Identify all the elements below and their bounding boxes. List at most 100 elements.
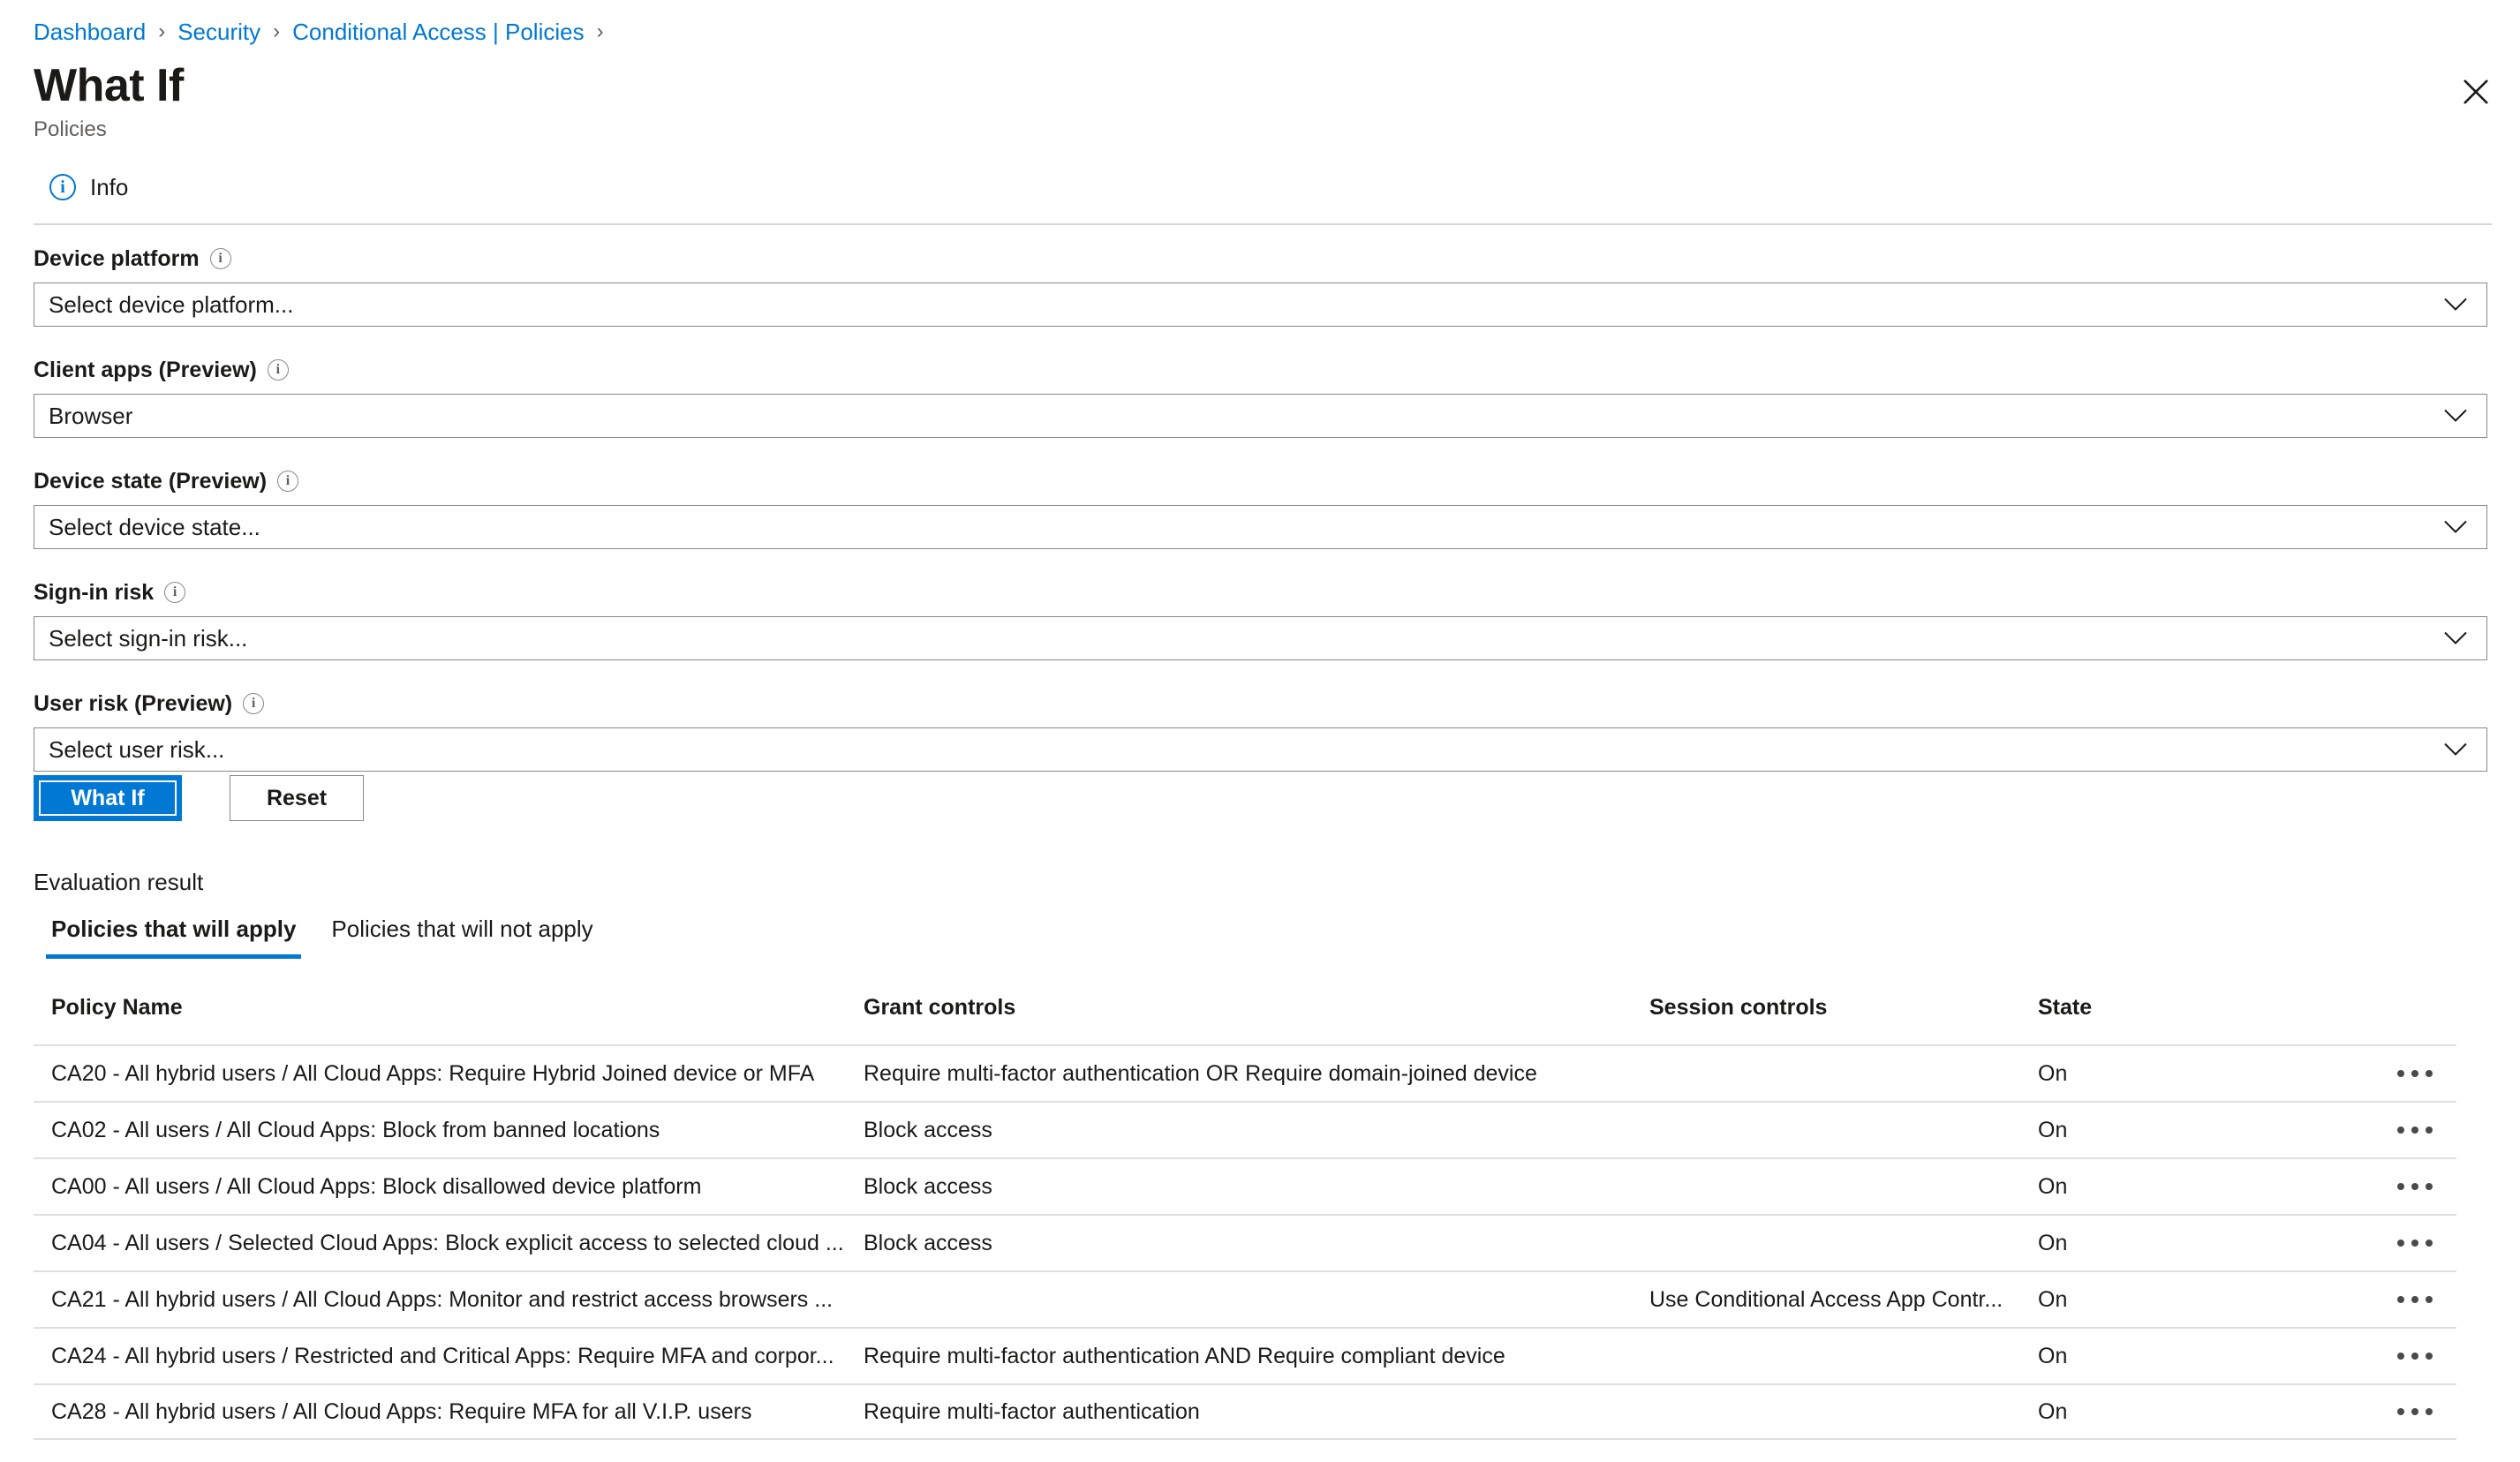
ellipsis-icon [2397,1408,2433,1415]
cell-policy-name: CA28 - All hybrid users / All Cloud Apps… [51,1398,752,1424]
ellipsis-icon [2397,1070,2433,1077]
table-row[interactable]: CA21 - All hybrid users / All Cloud Apps… [34,1270,2456,1327]
cell-state: On [2038,1117,2068,1142]
cell-grant-controls: Require multi-factor authentication OR R… [864,1060,1537,1086]
field-label-device-state: Device state (Preview) i [34,468,2488,494]
cell-session-controls: Use Conditional Access App Contr... [1649,1286,2003,1312]
device-state-dropdown[interactable]: Select device state... [34,505,2487,549]
cell-policy-name: CA20 - All hybrid users / All Cloud Apps… [51,1060,815,1086]
info-icon: i [49,174,76,200]
what-if-button[interactable]: What If [34,775,182,821]
info-hint-icon[interactable]: i [243,693,265,714]
tab-policies-that-will-apply[interactable]: Policies that will apply [34,915,313,959]
row-menu-button[interactable] [2373,1127,2456,1134]
client-apps-value: Browser [49,403,133,429]
table-row[interactable]: CA24 - All hybrid users / Restricted and… [34,1327,2456,1383]
chevron-down-icon [2444,631,2467,645]
form-actions: What If Reset [34,775,364,821]
user-risk-dropdown[interactable]: Select user risk... [34,727,2487,772]
field-label-user-risk: User risk (Preview) i [34,690,2488,717]
cell-state: On [2038,1173,2068,1199]
close-button[interactable] [2453,69,2499,115]
policies-table: Policy Name Grant controls Session contr… [34,995,2456,1440]
evaluation-tabs: Policies that will apply Policies that w… [34,915,611,959]
cell-policy-name: CA24 - All hybrid users / Restricted and… [51,1343,834,1368]
breadcrumb-item-dashboard[interactable]: Dashboard [34,18,146,46]
breadcrumb-separator-icon: › [158,19,166,43]
info-banner[interactable]: i Info [49,173,128,201]
row-menu-button[interactable] [2373,1240,2456,1247]
info-hint-icon[interactable]: i [267,359,289,381]
field-label-text: Sign-in risk [34,580,155,605]
ellipsis-icon [2397,1240,2433,1247]
ellipsis-icon [2397,1296,2433,1303]
field-label-text: Client apps (Preview) [34,358,257,382]
info-hint-icon[interactable]: i [209,248,231,269]
row-menu-button[interactable] [2373,1183,2456,1190]
chevron-down-icon [2444,409,2467,423]
field-device-platform: Device platform i Select device platform… [34,245,2488,327]
field-user-risk: User risk (Preview) i Select user risk..… [34,690,2488,772]
info-hint-icon[interactable]: i [277,471,299,492]
sign-in-risk-value: Select sign-in risk... [49,625,248,652]
sign-in-risk-dropdown[interactable]: Select sign-in risk... [34,616,2487,660]
cell-policy-name: CA04 - All users / Selected Cloud Apps: … [51,1230,844,1255]
breadcrumb-separator-icon: › [273,19,281,43]
table-row[interactable]: CA00 - All users / All Cloud Apps: Block… [34,1157,2456,1214]
chevron-down-icon [2444,520,2467,534]
cell-state: On [2038,1343,2068,1368]
info-label: Info [90,174,129,200]
info-hint-icon[interactable]: i [164,582,186,603]
cell-policy-name: CA02 - All users / All Cloud Apps: Block… [51,1117,660,1142]
ellipsis-icon [2397,1183,2433,1190]
cell-state: On [2038,1286,2068,1312]
cell-grant-controls: Block access [864,1230,992,1255]
evaluation-result-label: Evaluation result [34,869,204,895]
field-label-text: User risk (Preview) [34,691,233,716]
chevron-down-icon [2444,298,2467,312]
table-header-row: Policy Name Grant controls Session contr… [34,995,2456,1044]
header-divider [34,223,2492,225]
field-label-client-apps: Client apps (Preview) i [34,357,2488,383]
field-label-sign-in-risk: Sign-in risk i [34,579,2488,606]
cell-state: On [2038,1060,2068,1086]
column-header-session-controls: Session controls [1649,995,1828,1020]
field-label-text: Device platform [34,246,200,271]
column-header-grant-controls: Grant controls [864,995,1016,1020]
reset-button[interactable]: Reset [230,775,364,821]
row-menu-button[interactable] [2373,1070,2456,1077]
client-apps-dropdown[interactable]: Browser [34,394,2487,438]
field-label-device-platform: Device platform i [34,245,2488,272]
cell-grant-controls: Block access [864,1173,992,1199]
page-subtitle: Policies [34,117,107,141]
device-platform-value: Select device platform... [49,291,294,318]
cell-policy-name: CA21 - All hybrid users / All Cloud Apps… [51,1286,834,1312]
ellipsis-icon [2397,1353,2433,1360]
field-device-state: Device state (Preview) i Select device s… [34,468,2488,549]
breadcrumb-separator-icon: › [596,19,604,43]
breadcrumb-item-conditional-access-policies[interactable]: Conditional Access | Policies [292,18,584,46]
ellipsis-icon [2397,1127,2433,1134]
user-risk-value: Select user risk... [49,736,225,763]
cell-policy-name: CA00 - All users / All Cloud Apps: Block… [51,1173,702,1199]
row-menu-button[interactable] [2373,1296,2456,1303]
cell-grant-controls: Require multi-factor authentication AND … [864,1343,1505,1368]
column-header-state: State [2038,995,2093,1020]
cell-grant-controls: Require multi-factor authentication [864,1398,1200,1424]
breadcrumb-item-security[interactable]: Security [177,18,260,46]
table-row[interactable]: CA04 - All users / Selected Cloud Apps: … [34,1214,2456,1270]
what-if-form: Device platform i Select device platform… [34,245,2488,802]
field-sign-in-risk: Sign-in risk i Select sign-in risk... [34,579,2488,660]
field-client-apps: Client apps (Preview) i Browser [34,357,2488,438]
tab-policies-that-will-not-apply[interactable]: Policies that will not apply [313,915,610,959]
device-platform-dropdown[interactable]: Select device platform... [34,283,2487,327]
close-icon [2461,77,2491,107]
table-row[interactable]: CA28 - All hybrid users / All Cloud Apps… [34,1383,2456,1440]
row-menu-button[interactable] [2373,1408,2456,1415]
table-row[interactable]: CA20 - All hybrid users / All Cloud Apps… [34,1044,2456,1101]
field-label-text: Device state (Preview) [34,469,268,494]
page-title: What If [34,60,184,111]
cell-grant-controls: Block access [864,1117,992,1142]
row-menu-button[interactable] [2373,1353,2456,1360]
table-row[interactable]: CA02 - All users / All Cloud Apps: Block… [34,1101,2456,1157]
